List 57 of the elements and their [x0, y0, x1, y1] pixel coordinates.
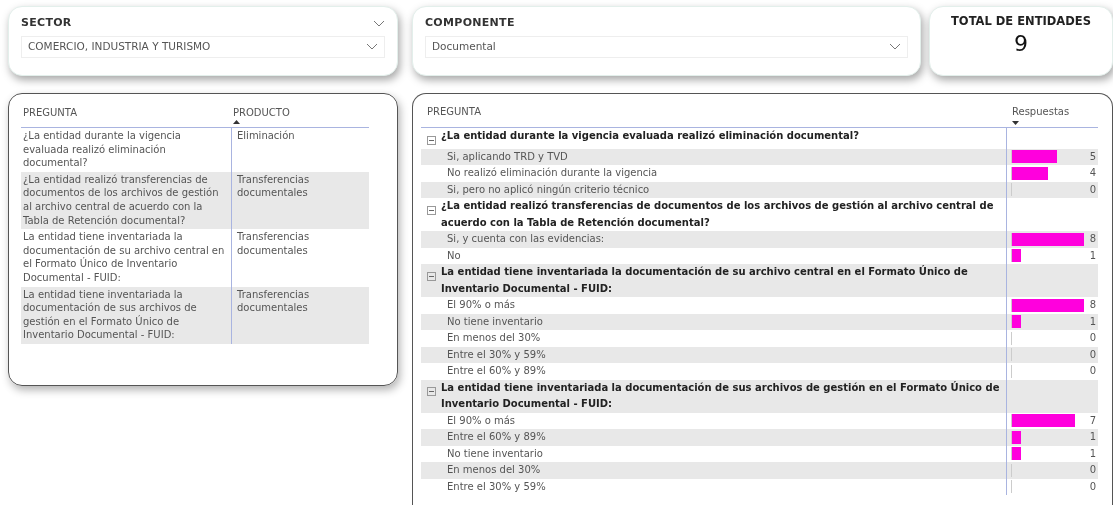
column-header[interactable]: PREGUNTA — [427, 104, 1004, 121]
value-label: 0 — [1089, 480, 1096, 492]
chevron-icon[interactable] — [373, 19, 385, 27]
column-header[interactable]: PREGUNTA — [23, 106, 229, 120]
table-cell: Transferencias documentales — [231, 229, 369, 287]
value-label: 0 — [1089, 332, 1096, 343]
table-cell-text: La entidad tiene inventariada la documentación de su archivo central en el Formato Único de Inventario Documental - FUID: — [22, 230, 226, 285]
dropdown-field[interactable]: Documental — [425, 35, 908, 58]
value-label: 8 — [1089, 299, 1096, 310]
row-label: El 90% o más — [447, 414, 516, 426]
group-label: La entidad tiene inventariada la documentación de su archivo central en el Formato Único de Inventario Documental - FUID: — [441, 264, 969, 296]
table-cell-text: ¿La entidad durante la vigencia evaluada realizó eliminación documental? — [22, 129, 182, 171]
chevron-icon[interactable] — [366, 43, 378, 50]
group-label: ¿La entidad durante la vigencia evaluada realizó eliminación documental? — [441, 129, 859, 143]
row-label: Si, aplicando TRD y TVD — [447, 150, 568, 162]
dropdown-field[interactable]: COMERCIO, INDUSTRIA Y TURISMO — [21, 35, 385, 58]
row-label: El 90% o más — [447, 299, 516, 310]
filter-label: SECTOR — [21, 15, 72, 31]
group-label: ¿La entidad realizó transferencias de documentos de los archivos de gestión al archivo central de acuerdo con la Tabla de Retención documental? — [441, 199, 995, 230]
group-label: La entidad tiene inventariada la documentación de sus archivos de gestión en el Formato Único de Inventario Documental - FUID: — [441, 380, 1001, 411]
row-label: Entre el 30% y 59% — [447, 480, 546, 492]
row-label: Si, y cuenta con las evidencias: — [447, 233, 605, 244]
value-label: 7 — [1089, 414, 1096, 426]
row-label: En menos del 30% — [447, 332, 541, 343]
filter-label: COMPONENTE — [425, 15, 515, 31]
row-label: No tiene inventario — [447, 447, 543, 459]
row-label: Entre el 60% y 89% — [447, 365, 546, 376]
table-cell: La entidad tiene inventariada la documentación de sus archivos de gestión en el Formato Único de Inventario Documental - FUID: — [21, 286, 231, 344]
column-header[interactable]: PRODUCTO — [233, 106, 367, 120]
value-label: 1 — [1089, 315, 1096, 327]
row-label: No tiene inventario — [447, 315, 543, 327]
row-label: No — [447, 249, 461, 261]
card-title: TOTAL DE ENTIDADES — [950, 13, 1092, 30]
value-label: 8 — [1089, 233, 1096, 244]
row-label: No realizó eliminación durante la vigencia — [447, 167, 658, 178]
column-header[interactable]: Respuestas — [1012, 104, 1084, 121]
row-label: Entre el 30% y 59% — [447, 348, 546, 360]
value-label: 0 — [1089, 365, 1096, 376]
row-label: Entre el 60% y 89% — [447, 431, 546, 442]
row-label: En menos del 30% — [447, 464, 541, 475]
table-cell: Transferencias documentales — [231, 171, 369, 230]
sort-icon[interactable] — [233, 119, 240, 124]
chevron-icon[interactable] — [889, 43, 901, 50]
value-label: 0 — [1089, 183, 1096, 195]
sort-icon[interactable] — [1012, 120, 1019, 125]
value-label: 1 — [1089, 431, 1096, 442]
card-value: 9 — [1013, 30, 1029, 59]
value-label: 0 — [1089, 464, 1096, 475]
value-label: 1 — [1089, 249, 1096, 261]
table-cell: Eliminación — [231, 128, 369, 172]
row-label: Si, pero no aplicó ningún criterio técnico — [447, 183, 650, 195]
table-cell: ¿La entidad realizó transferencias de documentos de los archivos de gestión al archivo central de acuerdo con la Tabla de Retención documental? — [21, 171, 231, 230]
table-cell: Transferencias documentales — [231, 286, 369, 344]
value-label: 4 — [1089, 167, 1096, 178]
value-label: 0 — [1089, 348, 1096, 360]
value-label: 1 — [1089, 447, 1096, 459]
value-label: 5 — [1089, 150, 1096, 162]
